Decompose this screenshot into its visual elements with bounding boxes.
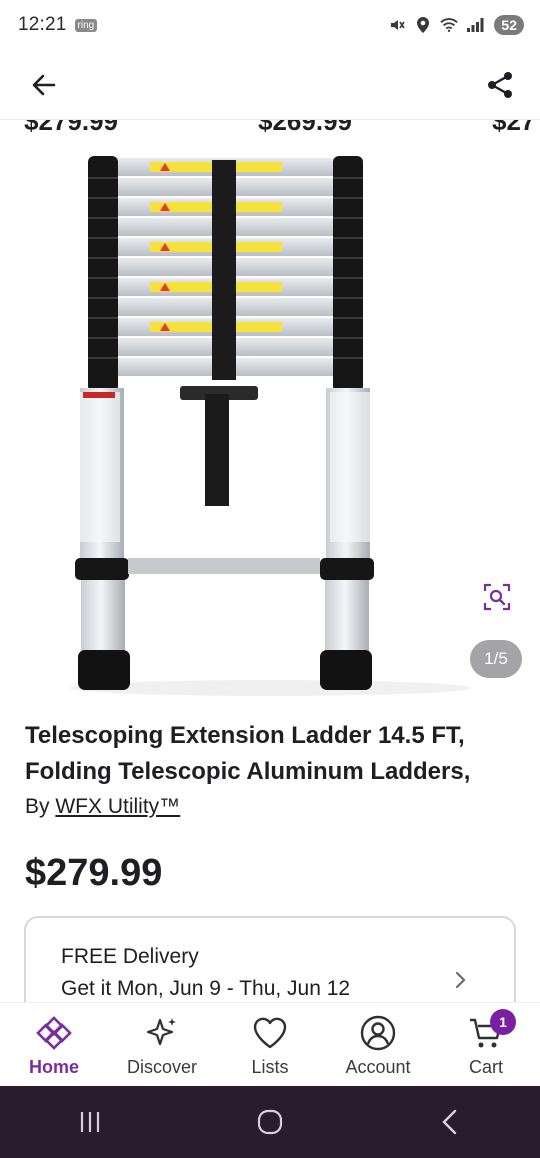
nav-label: Account — [345, 1057, 411, 1077]
nav-label: Home — [28, 1057, 79, 1077]
chevron-left-icon — [442, 1109, 457, 1135]
arrow-left-icon — [32, 74, 56, 95]
heart-icon — [250, 1013, 290, 1053]
nav-account[interactable]: Account — [324, 1003, 432, 1086]
nav-home[interactable]: Home — [0, 1003, 108, 1086]
sparkle-icon — [142, 1013, 182, 1053]
battery-indicator: 52 — [494, 15, 524, 35]
product-image[interactable] — [0, 134, 540, 710]
ladder-image — [70, 156, 470, 696]
status-icons: 52 — [388, 15, 524, 35]
cart-badge: 1 — [490, 1009, 516, 1035]
product-title: Telescoping Extension Ladder 14.5 FT, Fo… — [25, 722, 471, 785]
status-time: 12:21 — [18, 14, 67, 35]
signal-icon — [466, 16, 484, 34]
nav-discover[interactable]: Discover — [108, 1003, 216, 1086]
zoom-icon — [483, 583, 511, 611]
home-icon — [34, 1013, 74, 1053]
nav-label: Discover — [126, 1057, 197, 1077]
nav-lists[interactable]: Lists — [216, 1003, 324, 1086]
recents-icon — [80, 1112, 100, 1132]
zoom-button[interactable] — [478, 578, 516, 616]
delivery-date: Get it Mon, Jun 9 - Thu, Jun 12 — [61, 977, 351, 1000]
wifi-icon — [440, 16, 459, 34]
share-icon — [488, 71, 512, 98]
bottom-nav: Home Discover Lists Account 1 Cart — [0, 1002, 540, 1086]
delivery-title: FREE Delivery — [61, 945, 199, 968]
nav-cart[interactable]: 1 Cart — [432, 1003, 540, 1086]
image-counter: 1/5 — [470, 640, 522, 678]
product-price: $279.99 — [25, 852, 163, 894]
location-icon — [414, 16, 432, 34]
chevron-right-icon — [455, 971, 466, 989]
app-header — [0, 50, 540, 120]
share-button[interactable] — [482, 67, 518, 103]
nav-label: Lists — [251, 1057, 289, 1077]
status-bar: 12:21 ring 52 — [0, 0, 540, 50]
status-chip: ring — [74, 18, 98, 32]
brand-line: By WFX Utility™ — [25, 795, 180, 819]
recent-apps-button[interactable] — [60, 1097, 120, 1147]
back-system-button[interactable] — [420, 1097, 480, 1147]
system-nav-bar — [0, 1086, 540, 1158]
back-button[interactable] — [26, 67, 62, 103]
user-icon — [358, 1013, 398, 1053]
home-system-button[interactable] — [240, 1097, 300, 1147]
home-circle-icon — [257, 1109, 283, 1135]
nav-label: Cart — [468, 1057, 503, 1077]
brand-link[interactable]: WFX Utility™ — [55, 795, 180, 818]
mute-icon — [388, 16, 406, 34]
brand-prefix: By — [25, 795, 50, 818]
